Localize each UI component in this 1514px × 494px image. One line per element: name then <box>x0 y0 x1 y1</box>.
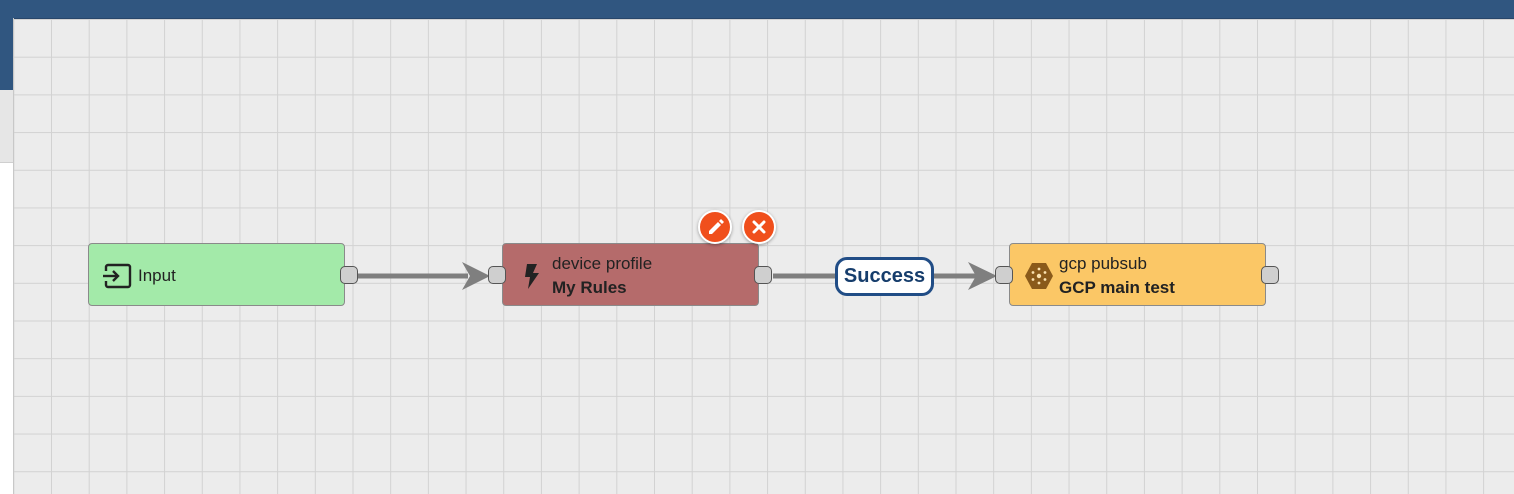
node-type-label: device profile <box>552 254 653 273</box>
rule-node-gcp-pubsub[interactable]: gcp pubsub GCP main test <box>1009 243 1266 306</box>
input-port-gcp-pubsub[interactable] <box>995 266 1013 284</box>
node-name-label: My Rules <box>552 278 627 297</box>
delete-node-button[interactable] <box>742 210 776 244</box>
input-icon <box>103 262 133 290</box>
rule-node-input[interactable]: Input <box>88 243 345 306</box>
left-sidebar-panel[interactable] <box>0 18 14 494</box>
pencil-icon <box>709 219 724 234</box>
output-port-device-profile[interactable] <box>754 266 772 284</box>
node-type-label: gcp pubsub <box>1059 254 1147 273</box>
edge-label-success[interactable]: Success <box>835 257 934 296</box>
close-icon <box>752 220 766 234</box>
output-port-gcp-pubsub[interactable] <box>1261 266 1279 284</box>
sidebar-search-strip[interactable] <box>0 90 13 163</box>
top-toolbar <box>0 0 1514 19</box>
edit-node-button[interactable] <box>698 210 732 244</box>
output-port-input[interactable] <box>340 266 358 284</box>
rule-node-device-profile[interactable]: device profile My Rules <box>502 243 759 306</box>
node-type-label: Input <box>138 266 176 285</box>
sidebar-header-strip <box>0 18 13 90</box>
node-name-label: GCP main test <box>1059 278 1175 297</box>
input-port-device-profile[interactable] <box>488 266 506 284</box>
gcp-pubsub-icon <box>1024 262 1054 290</box>
bolt-icon <box>517 262 547 290</box>
